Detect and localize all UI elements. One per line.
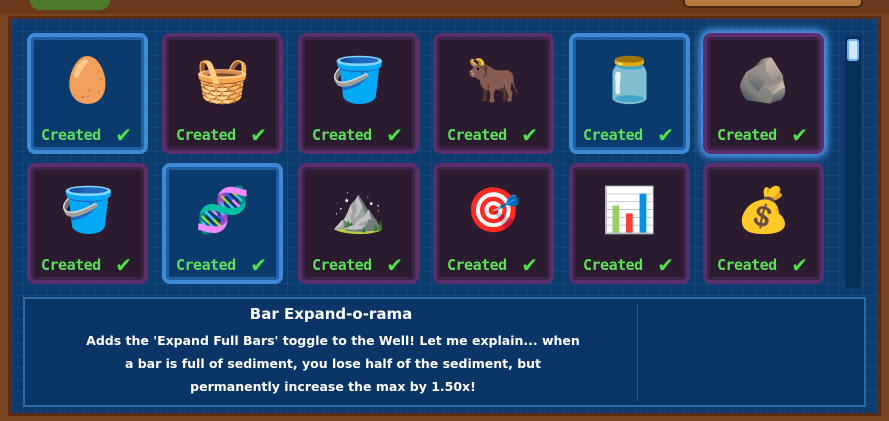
checkmark-icon: ✔ <box>115 123 132 147</box>
checkmark-icon: ✔ <box>791 123 808 147</box>
upgrade-tile[interactable]: 🪣 Created ✔ <box>27 163 148 284</box>
upgrade-tile[interactable]: 🪨 Created ✔ <box>703 33 824 154</box>
upgrade-tile[interactable]: ⛰️ Created ✔ <box>298 163 419 284</box>
gold-basket-icon: 💰 <box>736 185 791 236</box>
ore-basket-upgrade-icon: 🧺 <box>195 55 250 106</box>
created-label: Created <box>717 126 777 144</box>
dna-ore-icon: 🧬 <box>195 185 250 236</box>
upgrade-tile[interactable]: 🥚 Created ✔ <box>27 33 148 154</box>
description-line: Adds the 'Expand Full Bars' toggle to th… <box>86 333 580 348</box>
checkmark-icon: ✔ <box>791 253 808 277</box>
created-label: Created <box>176 126 236 144</box>
bucket-plus-icon: 🪣 <box>60 185 115 236</box>
ore-bucket-icon: 🪣 <box>331 55 386 106</box>
created-label: Created <box>583 126 643 144</box>
created-label: Created <box>717 256 777 274</box>
upgrade-tile[interactable]: 🧬 Created ✔ <box>162 163 283 284</box>
upgrade-tile[interactable]: 🪣 Created ✔ <box>298 33 419 154</box>
description-line: permanently increase the max by 1.50x! <box>190 379 476 394</box>
checkmark-icon: ✔ <box>386 123 403 147</box>
description-title: Bar Expand-o-rama <box>249 305 413 323</box>
created-label: Created <box>447 126 507 144</box>
created-label: Created <box>583 256 643 274</box>
leaf-decoration <box>30 0 110 10</box>
checkmark-icon: ✔ <box>521 253 538 277</box>
rainbow-egg-icon: 🥚 <box>60 55 115 106</box>
divider <box>637 305 638 401</box>
upgrade-tile[interactable]: 🫙 Created ✔ <box>569 33 690 154</box>
description-text: Adds the 'Expand Full Bars' toggle to th… <box>29 329 637 398</box>
checkmark-icon: ✔ <box>386 253 403 277</box>
upgrade-panel: Bar Expand-o-rama Adds the 'Expand Full … <box>8 16 881 416</box>
created-label: Created <box>447 256 507 274</box>
checkmark-icon: ✔ <box>250 123 267 147</box>
checkmark-icon: ✔ <box>115 253 132 277</box>
sediment-bars-icon: 📊 <box>602 185 657 236</box>
created-label: Created <box>176 256 236 274</box>
created-label: Created <box>41 256 101 274</box>
upgrade-tile[interactable]: 🐂 Created ✔ <box>433 33 554 154</box>
top-button[interactable] <box>683 0 863 8</box>
top-bar <box>0 0 889 14</box>
created-label: Created <box>312 126 372 144</box>
target-stone-icon: 🎯 <box>466 185 521 236</box>
description-line: a bar is full of sediment, you lose half… <box>124 356 542 371</box>
checkmark-icon: ✔ <box>250 253 267 277</box>
checkmark-icon: ✔ <box>521 123 538 147</box>
scrollbar-thumb[interactable] <box>847 39 859 61</box>
checkmark-icon: ✔ <box>657 253 674 277</box>
description-panel: Bar Expand-o-rama Adds the 'Expand Full … <box>23 297 866 407</box>
upgrade-tile[interactable]: 🧺 Created ✔ <box>162 33 283 154</box>
checkmark-icon: ✔ <box>657 123 674 147</box>
created-label: Created <box>312 256 372 274</box>
ore-crate-icon: 🪨 <box>736 55 791 106</box>
scrollbar[interactable] <box>845 36 861 288</box>
upgrade-tile[interactable]: 💰 Created ✔ <box>703 163 824 284</box>
created-label: Created <box>41 126 101 144</box>
ore-mound-basket-icon: ⛰️ <box>331 185 386 236</box>
potion-jar-icon: 🫙 <box>602 55 657 106</box>
upgrade-tile[interactable]: 🎯 Created ✔ <box>433 163 554 284</box>
upgrade-tile[interactable]: 📊 Created ✔ <box>569 163 690 284</box>
demon-bull-icon: 🐂 <box>466 55 521 106</box>
